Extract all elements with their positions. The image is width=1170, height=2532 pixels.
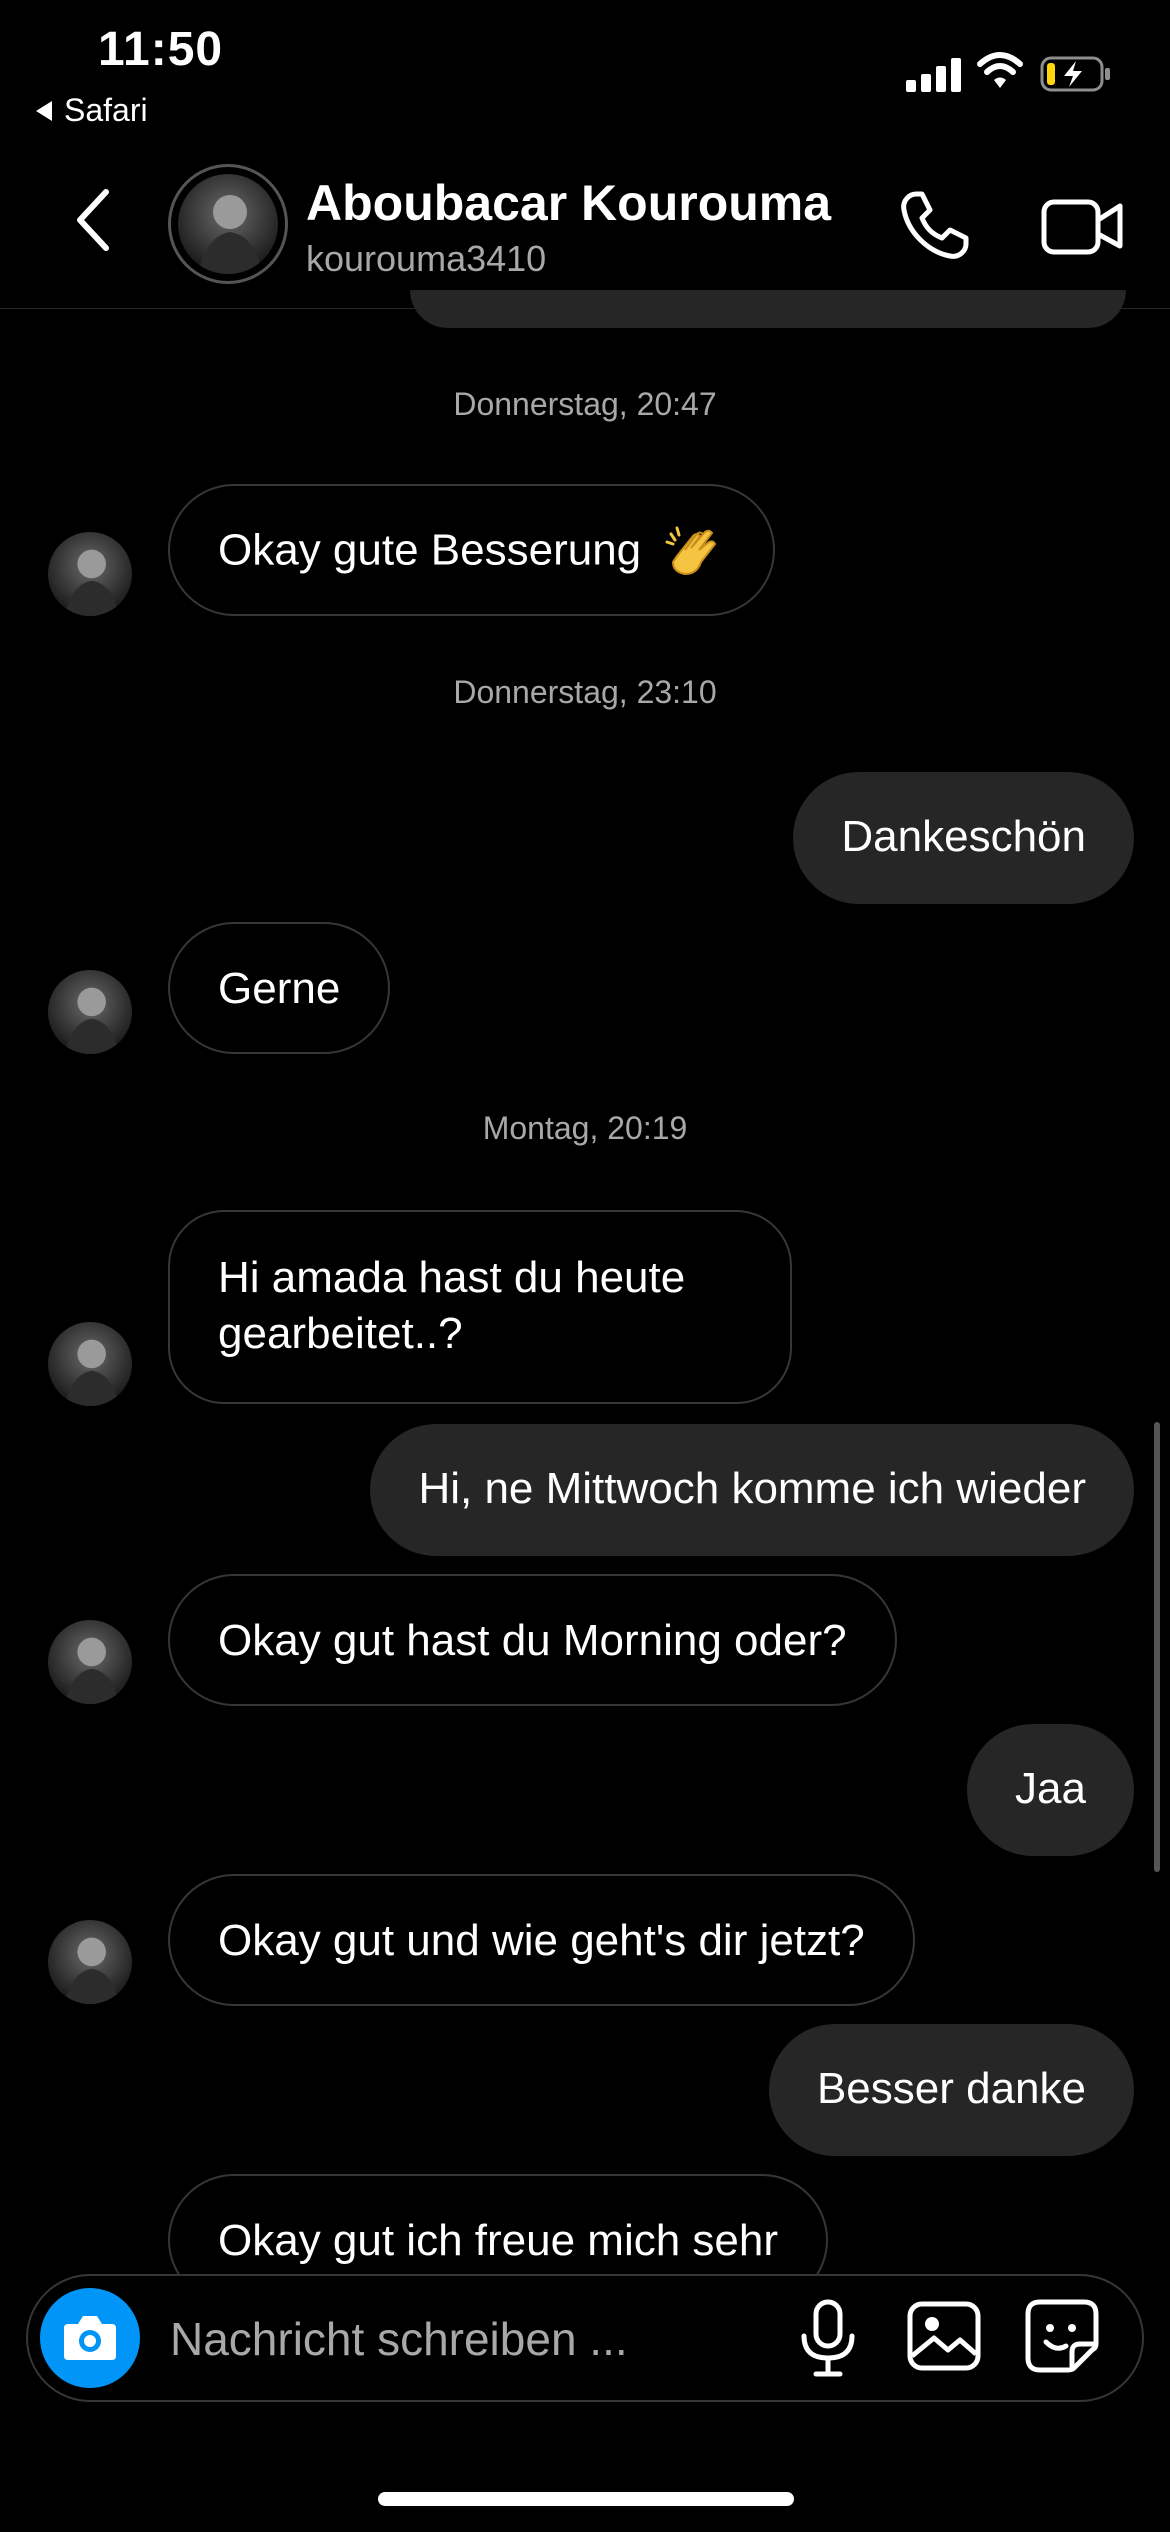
avatar-image [48,1322,132,1406]
message-text: Hi, ne Mittwoch komme ich wieder [418,1464,1086,1513]
back-chevron-icon[interactable] [62,180,122,260]
timestamp: Montag, 20:19 [482,1110,688,1146]
contact-avatar[interactable] [178,174,278,274]
camera-icon [64,2316,116,2360]
outgoing-message[interactable]: Dankeschön [793,772,1134,904]
message-text: Jaa [1015,1764,1086,1813]
message-text: Okay gut und wie geht's dir jetzt? [218,1916,865,1965]
message-text: Okay gut ich freue mich sehr [218,2216,779,2265]
back-app-label: Safari [64,92,148,128]
incoming-message[interactable]: Gerne [168,922,391,1054]
previous-message-bubble-partial [410,290,1126,328]
avatar-image [48,1920,132,2004]
timestamp: Donnerstag, 23:10 [453,674,717,710]
message-input[interactable] [168,2306,672,2372]
microphone-icon[interactable] [796,2296,860,2380]
wifi-icon [977,52,1023,88]
avatar-image [178,174,278,274]
contact-name[interactable]: Aboubacar Kourouma [306,174,831,232]
cellular-signal-icon [906,56,962,92]
camera-button[interactable] [40,2288,140,2388]
gallery-icon[interactable] [906,2298,982,2374]
contact-username: kourouma3410 [306,238,547,279]
outgoing-message[interactable]: Jaa [967,1724,1134,1856]
sender-avatar[interactable] [48,970,132,1054]
timestamp: Donnerstag, 20:47 [453,386,717,422]
outgoing-message[interactable]: Besser danke [768,2024,1134,2156]
sender-avatar[interactable] [48,1620,132,1704]
home-indicator[interactable] [378,2492,794,2506]
message-text: Dankeschön [841,812,1086,861]
avatar-image [48,970,132,1054]
message-text: Gerne [218,964,341,1013]
message-text: Besser danke [816,2064,1086,2113]
sender-avatar[interactable] [48,1322,132,1406]
message-text-line: gearbeitet..? [218,1309,463,1358]
video-camera-icon[interactable] [1040,188,1124,264]
outgoing-message[interactable]: Hi, ne Mittwoch komme ich wieder [370,1424,1134,1556]
back-to-safari[interactable]: Safari [36,92,148,129]
sender-avatar[interactable] [48,1920,132,2004]
incoming-message[interactable]: Hi amada hast du heute gearbeitet..? [168,1210,792,1404]
phone-icon[interactable] [896,188,972,264]
message-text: Okay gut hast du Morning oder? [218,1616,847,1665]
sticker-icon[interactable] [1024,2298,1100,2374]
status-time: 11:50 [98,23,224,76]
incoming-message[interactable]: Okay gute Besserung [168,484,776,616]
battery-charging-icon [1040,56,1110,92]
back-triangle-icon [36,100,52,121]
scrollbar[interactable] [1154,1422,1160,1872]
incoming-message[interactable]: Okay gut hast du Morning oder? [168,1574,897,1706]
avatar-image [48,1620,132,1704]
clapping-hands-emoji [665,526,717,576]
avatar-image [48,532,132,616]
incoming-message[interactable]: Okay gut und wie geht's dir jetzt? [168,1874,915,2006]
message-text-line: Hi amada hast du heute [218,1253,686,1302]
sender-avatar[interactable] [48,532,132,616]
message-text: Okay gute Besserung [218,525,642,575]
